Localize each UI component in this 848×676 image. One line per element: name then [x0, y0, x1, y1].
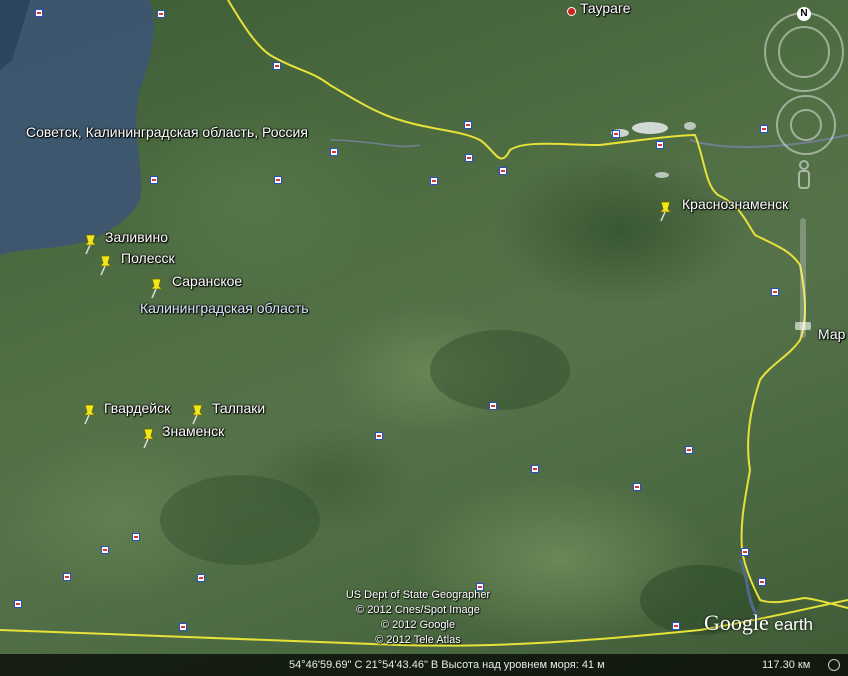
poi-marker[interactable]: [35, 9, 43, 17]
poi-marker[interactable]: [656, 141, 664, 149]
poi-marker[interactable]: [685, 446, 693, 454]
poi-marker[interactable]: [430, 177, 438, 185]
look-joystick[interactable]: [778, 26, 830, 78]
placemark-label[interactable]: Заливино: [105, 229, 168, 245]
placemark-pin-icon[interactable]: [81, 403, 99, 425]
poi-marker[interactable]: [633, 483, 641, 491]
streaming-status-icon: [828, 659, 840, 671]
poi-marker[interactable]: [157, 10, 165, 18]
poi-marker[interactable]: [758, 578, 766, 586]
poi-marker[interactable]: [612, 130, 620, 138]
map-view[interactable]: Советск, Калининградская область, Россия…: [0, 0, 848, 676]
placemark-pin-icon[interactable]: [97, 254, 115, 276]
poi-marker[interactable]: [274, 176, 282, 184]
north-button[interactable]: N: [797, 7, 811, 21]
poi-marker[interactable]: [273, 62, 281, 70]
poi-marker[interactable]: [132, 533, 140, 541]
placemark-pin-icon[interactable]: [82, 233, 100, 255]
poi-marker[interactable]: [464, 121, 472, 129]
city-label-taurage[interactable]: Таураге: [580, 0, 631, 16]
attribution-line: © 2012 Cnes/Spot Image: [356, 604, 480, 616]
poi-marker[interactable]: [150, 176, 158, 184]
poi-marker[interactable]: [63, 573, 71, 581]
person-icon[interactable]: [796, 160, 812, 190]
poi-marker[interactable]: [330, 148, 338, 156]
poi-marker[interactable]: [489, 402, 497, 410]
placemark-label[interactable]: Талпаки: [212, 400, 265, 416]
logo-brand: Google: [704, 610, 769, 635]
border-lines: [0, 0, 848, 647]
poi-marker[interactable]: [771, 288, 779, 296]
placemark-label[interactable]: Саранское: [172, 273, 242, 289]
placemark-label[interactable]: Гвардейск: [104, 400, 170, 416]
poi-marker[interactable]: [465, 154, 473, 162]
poi-marker[interactable]: [531, 465, 539, 473]
poi-marker[interactable]: [760, 125, 768, 133]
poi-marker[interactable]: [672, 622, 680, 630]
attribution: US Dept of State Geographer © 2012 Cnes/…: [318, 588, 518, 648]
status-eye-altitude: 117.30 км: [762, 659, 811, 671]
placemark-label[interactable]: Полесск: [121, 250, 175, 266]
city-label-mar[interactable]: Мар: [818, 326, 845, 342]
poi-marker[interactable]: [499, 167, 507, 175]
placemark-label[interactable]: Краснознаменск: [682, 196, 788, 212]
attribution-line: US Dept of State Geographer: [345, 589, 491, 601]
logo-product: earth: [774, 615, 814, 634]
city-dot[interactable]: [567, 7, 576, 16]
placemark-label[interactable]: Знаменск: [162, 423, 224, 439]
status-bar: 54°46'59.69" С 21°54'43.46" В Высота над…: [0, 654, 848, 676]
placemark-pin-icon[interactable]: [140, 427, 158, 449]
move-joystick[interactable]: [790, 109, 822, 141]
placemark-pin-icon[interactable]: [189, 403, 207, 425]
zoom-slider[interactable]: [800, 218, 806, 338]
city-label-sovetsk[interactable]: Советск, Калининградская область, Россия: [26, 124, 308, 140]
poi-marker[interactable]: [179, 623, 187, 631]
zoom-slider-thumb[interactable]: [795, 322, 811, 330]
poi-marker[interactable]: [741, 548, 749, 556]
poi-marker[interactable]: [375, 432, 383, 440]
region-label[interactable]: Калининградская область: [140, 300, 309, 316]
poi-marker[interactable]: [101, 546, 109, 554]
placemark-pin-icon[interactable]: [148, 277, 166, 299]
attribution-line: © 2012 Tele Atlas: [375, 634, 461, 646]
google-earth-logo: Google earth: [704, 610, 813, 636]
poi-marker[interactable]: [197, 574, 205, 582]
poi-marker[interactable]: [14, 600, 22, 608]
attribution-line: © 2012 Google: [380, 619, 456, 631]
status-coordinates: 54°46'59.69" С 21°54'43.46" В Высота над…: [289, 659, 605, 671]
placemark-pin-icon[interactable]: [657, 200, 675, 222]
